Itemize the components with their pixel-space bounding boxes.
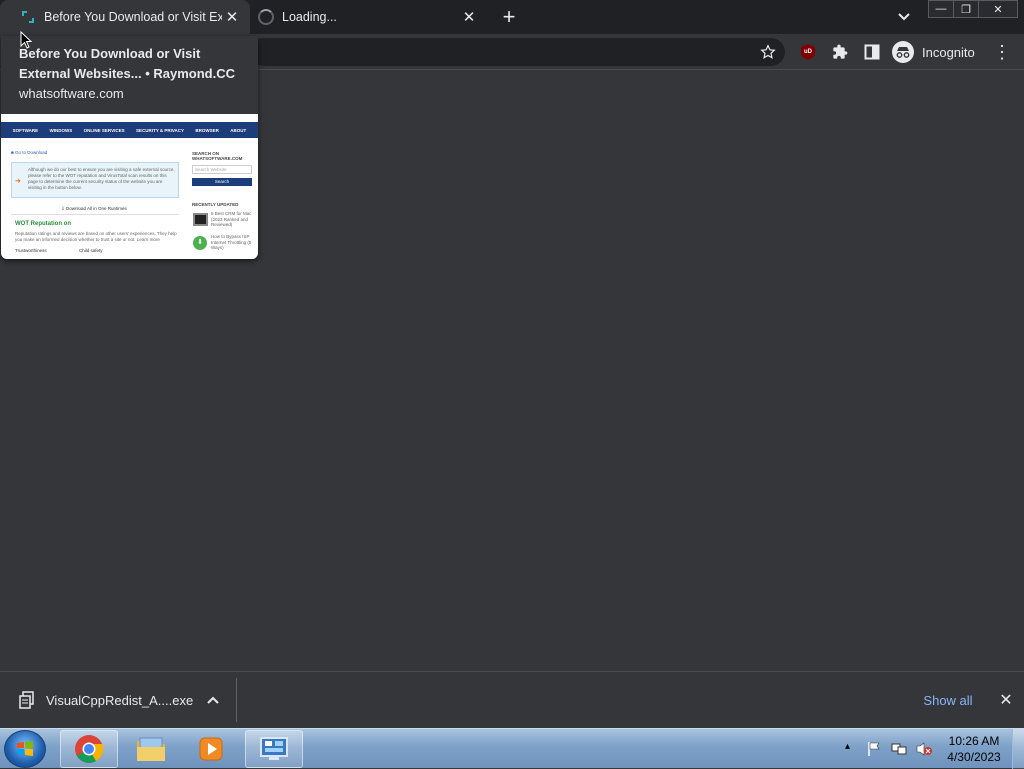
tab-hover-card: Before You Download or Visit External We… [1,36,258,259]
loading-spinner-icon [258,9,274,25]
preview-recent-item: 5 Best CRM for Mac (2023 Ranked and Revi… [211,211,252,227]
preview-row-left: Trustworthiness [15,248,47,253]
chevron-down-icon [898,13,910,21]
show-all-downloads-button[interactable]: Show all [914,689,982,711]
start-button[interactable] [4,730,46,768]
tab-title: Loading... [282,10,337,24]
preview-search-input: Search Website [192,165,252,174]
tab-close-button[interactable]: ✕ [459,7,479,27]
preview-wot-text: Reputation ratings and reviews are based… [15,231,177,242]
shelf-divider [236,678,237,722]
bookmark-star-icon[interactable] [758,42,778,62]
preview-notice-text: Although we do our best to ensure you ar… [28,167,175,190]
taskbar-explorer[interactable] [122,730,180,768]
hover-card-preview: SOFTWARE WINDOWS ONLINE SERVICES SECURIT… [1,114,258,259]
download-filename: VisualCppRedist_A....exe [46,692,194,708]
extensions-button[interactable] [830,42,850,62]
preview-thumbnail [193,213,208,226]
minimize-button[interactable]: — [928,0,954,18]
preview-nav-item: ONLINE SERVICES [83,127,125,133]
chrome-icon [75,735,104,763]
tab-strip: Before You Download or Visit External We… [0,0,1024,34]
side-panel-button[interactable] [862,42,882,62]
preview-nav-item: BROWSER [195,127,219,133]
preview-search-heading: SEARCH ON WHATSOFTWARE.COM [192,151,243,161]
download-arrow-icon: ⬇ [193,236,207,250]
preview-nav-item: SOFTWARE [12,127,39,133]
system-clock[interactable]: 10:26 AM 4/30/2023 [940,733,1008,765]
preview-nav-item: WINDOWS [49,127,73,133]
restore-button[interactable]: ❐ [953,0,979,18]
preview-divider [11,214,179,215]
clock-date: 4/30/2023 [947,750,1001,764]
show-desktop-button[interactable] [1012,729,1024,769]
close-shelf-button[interactable]: ✕ [996,690,1016,710]
chevron-up-icon [207,696,219,704]
mouse-cursor-icon [20,31,32,49]
hover-card-title: Before You Download or Visit External We… [19,46,235,81]
puzzle-icon [833,44,848,59]
new-tab-button[interactable]: + [497,4,521,29]
tab-loading[interactable]: Loading... ✕ [250,0,487,34]
windows-taskbar: ▴ 10:26 AM 4/30/2023 [0,728,1024,769]
address-bar[interactable] [250,38,785,66]
download-shelf: VisualCppRedist_A....exe Show all ✕ [0,671,1024,728]
tray-overflow-button[interactable]: ▴ [845,741,850,752]
preview-row-right: Child safety [79,248,103,253]
volume-muted-icon[interactable] [915,741,933,757]
side-panel-icon [864,44,880,60]
preview-nav-item: SECURITY & PRIVACY [135,127,185,133]
download-item[interactable]: VisualCppRedist_A....exe [10,680,230,720]
tab-title: Before You Download or Visit External We… [44,10,222,24]
clock-time: 10:26 AM [948,734,1000,748]
taskbar-control-panel[interactable] [245,730,303,768]
star-icon [760,44,776,59]
ublock-label: uD [804,49,812,55]
arrow-icon: ➜ [15,178,21,185]
hover-card-domain: whatsoftware.com [19,86,124,101]
incognito-icon [892,41,914,63]
taskbar-chrome[interactable] [60,730,118,768]
ublock-extension-button[interactable]: uD [798,42,818,62]
tab-close-button[interactable]: ✕ [222,7,242,27]
tab-active[interactable]: Before You Download or Visit External We… [0,0,250,34]
network-icon[interactable] [891,741,907,757]
preview-download-link: ⇩ Download All in One Runtimes [61,206,127,211]
browser-menu-button[interactable]: ⋮ [992,42,1012,62]
tab-search-button[interactable] [894,7,914,27]
installer-file-icon [19,691,34,709]
preview-wot-heading: WOT Reputation on [15,221,71,227]
preview-navbar: SOFTWARE WINDOWS ONLINE SERVICES SECURIT… [1,122,258,138]
media-player-icon [199,737,223,761]
close-window-button[interactable]: ✕ [978,0,1018,18]
download-options-button[interactable] [207,693,219,707]
control-panel-icon [260,737,288,760]
preview-recent-item: How to Bypass ISP Internet Throttling (5… [211,234,252,250]
preview-search-button: Search [192,178,252,186]
preview-breadcrumb: ■ Go to Download [11,150,48,155]
action-center-flag-icon[interactable] [866,741,882,757]
taskbar-media-player[interactable] [182,730,240,768]
incognito-indicator[interactable]: Incognito [892,39,975,65]
preview-notice-box: ➜ Although we do our best to ensure you … [11,162,179,198]
raymond-favicon-icon [22,11,34,23]
preview-recent-heading: RECENTLY UPDATED [192,202,239,207]
preview-nav-item: ABOUT [230,127,247,133]
incognito-label: Incognito [922,44,975,60]
folder-icon [137,737,165,761]
windows-logo-icon [17,741,33,756]
